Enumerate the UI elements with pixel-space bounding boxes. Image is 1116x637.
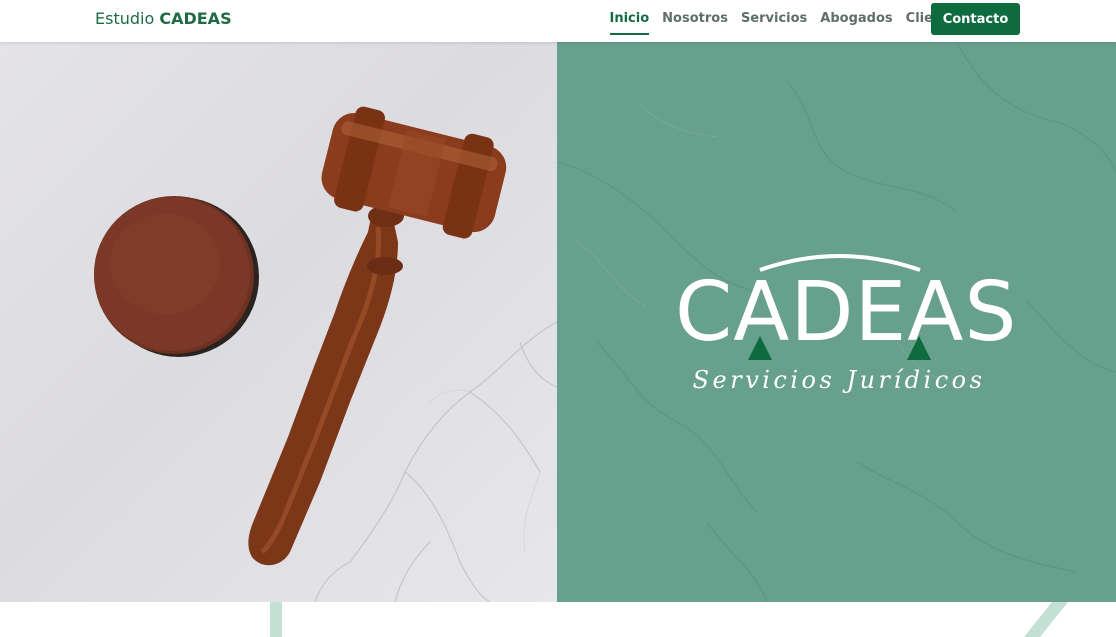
nav-item-inicio[interactable]: Inicio bbox=[609, 0, 649, 42]
main-nav: Inicio Nosotros Servicios Abogados Clien… bbox=[603, 0, 971, 42]
hero-gavel-image bbox=[0, 42, 557, 602]
gavel-head bbox=[321, 106, 507, 239]
brand-name: CADEAS bbox=[159, 9, 232, 28]
hero-logo-panel: CADEAS Servicios Jurídicos bbox=[557, 42, 1116, 602]
logo-subtitle: Servicios Jurídicos bbox=[692, 366, 986, 394]
sound-block bbox=[94, 196, 259, 357]
top-navbar: Estudio CADEAS Inicio Nosotros Servicios… bbox=[0, 0, 1116, 42]
logo-triangles-icon bbox=[748, 336, 931, 360]
contact-button[interactable]: Contacto bbox=[931, 3, 1020, 35]
brand-logo-link[interactable]: Estudio CADEAS bbox=[95, 9, 232, 28]
nav-item-servicios[interactable]: Servicios bbox=[741, 0, 807, 42]
brand-prefix: Estudio bbox=[95, 9, 160, 28]
nav-item-nosotros[interactable]: Nosotros bbox=[662, 0, 728, 42]
cadeas-logo: CADEAS Servicios Jurídicos bbox=[675, 248, 1016, 408]
decorative-lines bbox=[270, 602, 1068, 637]
gavel-handle bbox=[248, 205, 404, 566]
next-section-preview bbox=[0, 602, 1116, 637]
nav-item-abogados[interactable]: Abogados bbox=[820, 0, 892, 42]
gavel-illustration bbox=[94, 106, 557, 602]
